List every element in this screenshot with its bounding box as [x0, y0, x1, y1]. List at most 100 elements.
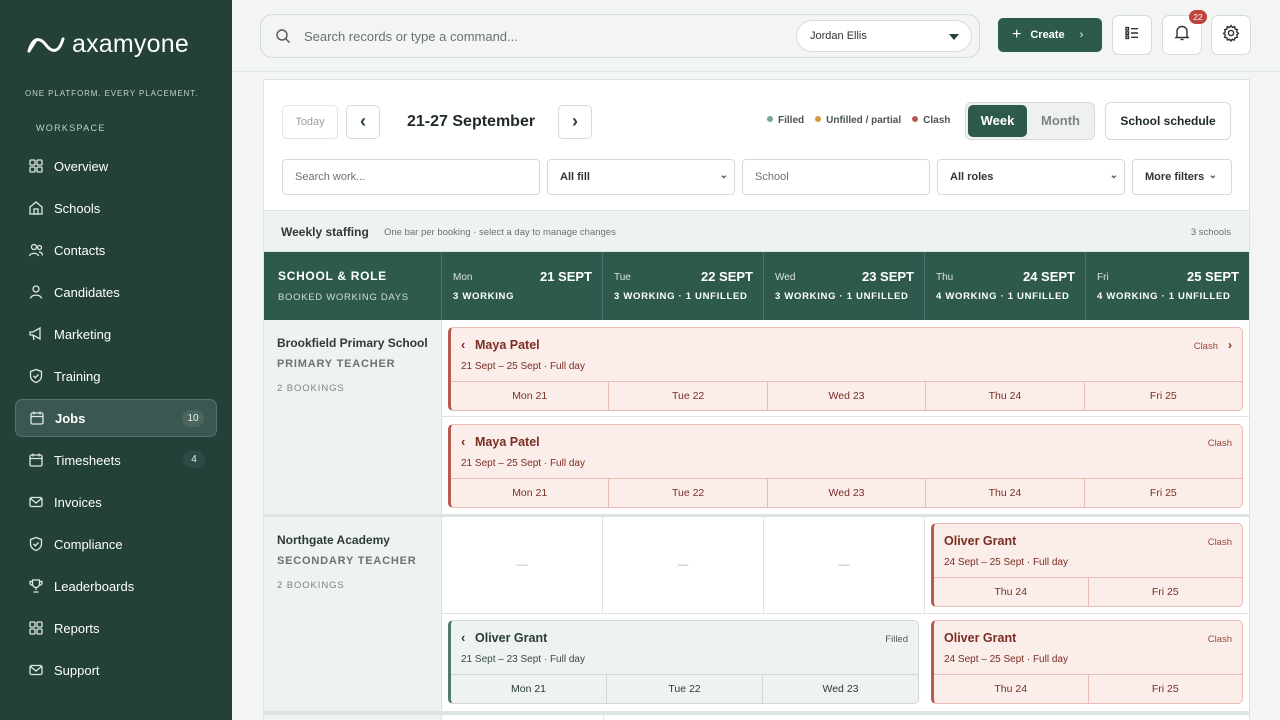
sidebar-item-marketing[interactable]: Marketing	[15, 315, 217, 353]
school-role-cell[interactable]: Brookfield Primary School PRIMARY TEACHE…	[264, 320, 442, 514]
sidebar-item-label: Reports	[54, 620, 100, 636]
status-legend: Filled Unfilled / partial Clash	[767, 115, 950, 126]
shield-check-icon	[28, 368, 44, 384]
filled-dot-icon	[767, 116, 773, 122]
day-header-mon[interactable]: Mon 21 SEPT 3 WORKING	[442, 252, 603, 320]
booking-bar[interactable]: ‹ Maya Patel 21 Sept – 25 Sept · Full da…	[448, 424, 1243, 508]
chevron-down-icon: ⌄	[1208, 170, 1217, 181]
sidebar-item-label: Schools	[54, 200, 101, 216]
day-header-tue[interactable]: Tue 22 SEPT 3 WORKING · 1 UNFILLED	[603, 252, 764, 320]
gear-icon	[1222, 23, 1240, 47]
day-status: 4 WORKING · 1 UNFILLED	[1097, 291, 1231, 302]
booking-days: Mon 21 Tue 22 Wed 23	[451, 674, 918, 703]
brand-name: axamyone	[72, 30, 189, 58]
view-week-button[interactable]: Week	[968, 105, 1027, 137]
sidebar-item-leaderboards[interactable]: Leaderboards	[15, 567, 217, 605]
clash-dot-icon	[912, 116, 919, 122]
today-button[interactable]: Today	[282, 105, 338, 139]
shield-check-icon	[28, 536, 44, 552]
sidebar-item-overview[interactable]: Overview	[15, 147, 217, 185]
brand-logo[interactable]: axamyone	[26, 30, 189, 59]
settings-button[interactable]	[1211, 15, 1251, 55]
empty-day-cell[interactable]: —	[442, 517, 603, 613]
task-list-button[interactable]	[1112, 15, 1152, 55]
sidebar: axamyone ONE PLATFORM. EVERY PLACEMENT. …	[0, 0, 232, 720]
booking-day[interactable]: Fri 25	[1089, 675, 1243, 703]
day-date: 23 SEPT	[861, 269, 914, 284]
booking-bar[interactable]: Oliver Grant 24 Sept – 25 Sept · Full da…	[931, 620, 1243, 704]
school-group-northgate: Northgate Academy SECONDARY TEACHER 2 BO…	[264, 517, 1249, 714]
school-name: Northgate Academy	[277, 533, 390, 547]
booking-bar[interactable]: ‹ Maya Patel 21 Sept – 25 Sept · Full da…	[448, 327, 1243, 411]
sidebar-item-label: Leaderboards	[54, 578, 135, 594]
booking-day[interactable]: Fri 25	[1085, 382, 1242, 410]
sidebar-item-invoices[interactable]: Invoices	[15, 483, 217, 521]
more-filters-label: More filters	[1145, 171, 1205, 183]
lane-divider	[442, 416, 1249, 417]
booking-day[interactable]: Tue 22	[609, 382, 768, 410]
view-month-button[interactable]: Month	[1031, 105, 1090, 137]
weekly-staffing-bar: Weekly staffing One bar per booking · se…	[264, 210, 1249, 252]
sidebar-item-support[interactable]: Support	[15, 651, 217, 689]
booking-bar[interactable]: ‹ Oliver Grant 21 Sept – 23 Sept · Full …	[448, 620, 919, 704]
search-input[interactable]: Search records or type a command...	[304, 29, 518, 44]
empty-day-cell[interactable]: —	[603, 517, 764, 613]
booking-day[interactable]: Wed 23	[763, 675, 918, 703]
booking-day[interactable]: Tue 22	[607, 675, 763, 703]
search-work-input[interactable]: Search work...	[282, 159, 540, 195]
day-status: 3 WORKING	[453, 291, 515, 302]
day-header-fri[interactable]: Fri 25 SEPT 4 WORKING · 1 UNFILLED	[1086, 252, 1249, 320]
booking-day[interactable]: Wed 23	[768, 479, 927, 507]
caret-down-icon	[949, 34, 959, 40]
chevron-down-icon: ⌄	[719, 170, 728, 181]
booking-day[interactable]: Mon 21	[451, 382, 610, 410]
booking-day[interactable]: Thu 24	[934, 675, 1089, 703]
plus-icon: +	[1012, 26, 1022, 43]
sidebar-item-candidates[interactable]: Candidates	[15, 273, 217, 311]
day-date: 24 SEPT	[1022, 269, 1075, 284]
booking-day[interactable]: Tue 22	[609, 479, 768, 507]
day-status: 4 WORKING · 1 UNFILLED	[936, 291, 1070, 302]
booking-day[interactable]: Thu 24	[926, 479, 1085, 507]
booking-days: Thu 24 Fri 25	[934, 577, 1242, 606]
sidebar-item-training[interactable]: Training	[15, 357, 217, 395]
day-header-wed[interactable]: Wed 23 SEPT 3 WORKING · 1 UNFILLED	[764, 252, 925, 320]
grid-header-school-role: SCHOOL & ROLE BOOKED WORKING DAYS	[264, 252, 442, 320]
booking-bar[interactable]: Oliver Grant 24 Sept – 25 Sept · Full da…	[931, 523, 1243, 607]
sidebar-item-compliance[interactable]: Compliance	[15, 525, 217, 563]
notifications-button[interactable]: 22	[1162, 10, 1207, 55]
booking-day[interactable]: Thu 24	[934, 578, 1089, 606]
roles-filter-select[interactable]: All roles ⌄	[937, 159, 1125, 195]
grid-header-subtitle: BOOKED WORKING DAYS	[278, 292, 409, 303]
empty-day-cell[interactable]: —	[764, 517, 925, 613]
school-role-cell[interactable]	[264, 715, 442, 720]
booking-day[interactable]: Mon 21	[451, 479, 610, 507]
school-role-cell[interactable]: Northgate Academy SECONDARY TEACHER 2 BO…	[264, 517, 442, 711]
chevron-right-icon: ›	[1228, 338, 1232, 352]
booking-dates: 24 Sept – 25 Sept · Full day	[944, 654, 1068, 665]
booking-day[interactable]: Wed 23	[768, 382, 927, 410]
sidebar-item-timesheets[interactable]: Timesheets 4	[15, 441, 217, 479]
schedule-panel: Today ‹ 21-27 September › Filled Unfille…	[263, 79, 1250, 720]
sidebar-item-reports[interactable]: Reports	[15, 609, 217, 647]
sidebar-item-schools[interactable]: Schools	[15, 189, 217, 227]
more-filters-button[interactable]: More filters ⌄	[1132, 159, 1232, 195]
prev-week-button[interactable]: ‹	[346, 105, 380, 139]
school-filter-input[interactable]: School	[742, 159, 930, 195]
school-schedule-button[interactable]: School schedule	[1105, 102, 1231, 140]
booking-day[interactable]: Fri 25	[1085, 479, 1242, 507]
sidebar-item-jobs[interactable]: Jobs 10	[15, 399, 217, 437]
global-search[interactable]: Search records or type a command... Jord…	[260, 14, 980, 58]
create-button[interactable]: + Create ›	[998, 18, 1102, 52]
day-header-thu[interactable]: Thu 24 SEPT 4 WORKING · 1 UNFILLED	[925, 252, 1086, 320]
next-week-button[interactable]: ›	[558, 105, 592, 139]
notifications-badge: 22	[1189, 10, 1207, 24]
user-select[interactable]: Jordan Ellis	[796, 20, 972, 52]
booking-day[interactable]: Fri 25	[1089, 578, 1243, 606]
sidebar-item-contacts[interactable]: Contacts	[15, 231, 217, 269]
fill-filter-select[interactable]: All fill ⌄	[547, 159, 735, 195]
list-icon	[1124, 25, 1140, 46]
day-date: 22 SEPT	[700, 269, 753, 284]
booking-day[interactable]: Mon 21	[451, 675, 607, 703]
booking-day[interactable]: Thu 24	[926, 382, 1085, 410]
